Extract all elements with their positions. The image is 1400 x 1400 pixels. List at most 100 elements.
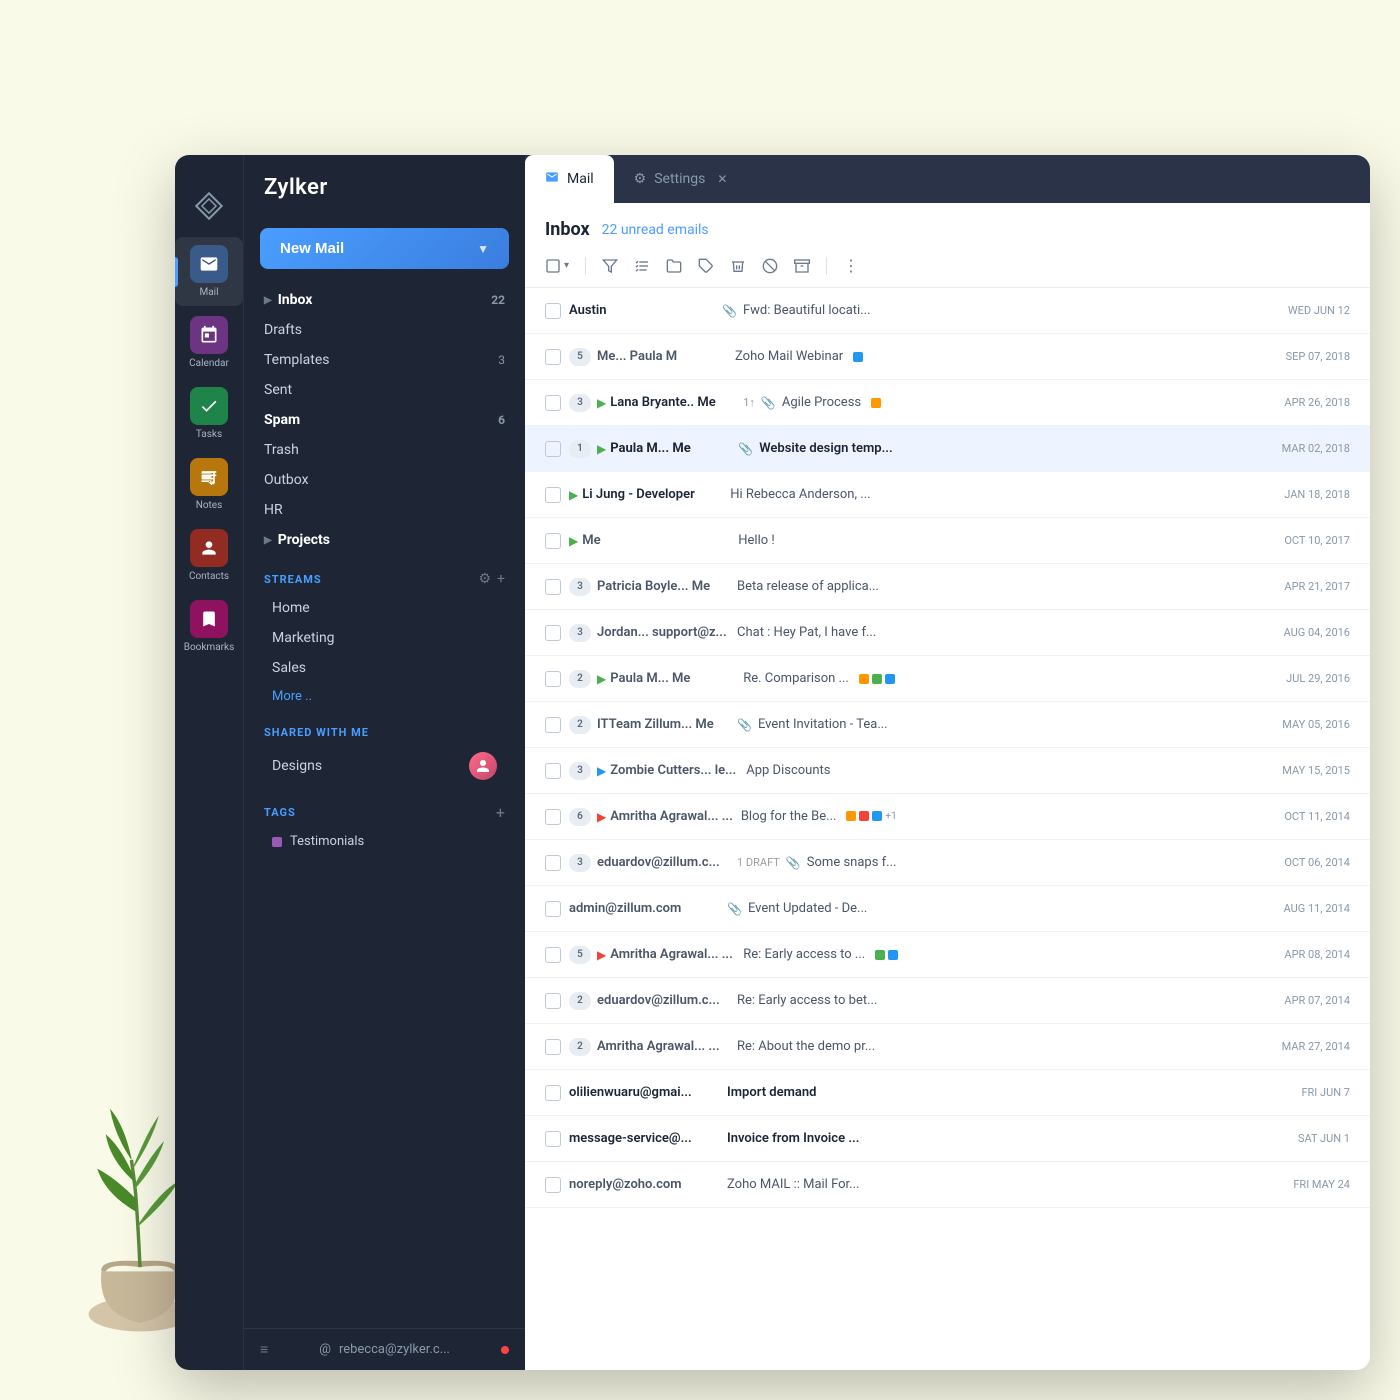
toolbar-filter[interactable] bbox=[602, 258, 618, 274]
email-checkbox-3[interactable] bbox=[545, 395, 561, 411]
email-row-1[interactable]: Austin 📎 Fwd: Beautiful locati... WED JU… bbox=[525, 288, 1370, 334]
folder-projects[interactable]: ▶ Projects bbox=[252, 525, 517, 555]
tag-testimonials[interactable]: Testimonials bbox=[252, 828, 517, 855]
email-sender-6: Me bbox=[582, 533, 730, 548]
new-mail-button[interactable]: New Mail ▼ bbox=[260, 228, 509, 269]
tab-settings-close[interactable]: ✕ bbox=[717, 172, 727, 186]
email-row-17[interactable]: 2 Amritha Agrawal... ... Re: About the d… bbox=[525, 1024, 1370, 1070]
inbox-title: Inbox bbox=[545, 219, 590, 240]
tasks-icon-box bbox=[190, 387, 228, 425]
email-subject-17: Re: About the demo pr... bbox=[737, 1039, 875, 1054]
email-checkbox-6[interactable] bbox=[545, 533, 561, 549]
email-checkbox-11[interactable] bbox=[545, 763, 561, 779]
user-email-area[interactable]: @ rebecca@zylker.c... bbox=[319, 1342, 450, 1357]
toolbar-folder[interactable] bbox=[666, 258, 682, 274]
folder-spam[interactable]: Spam 6 bbox=[252, 405, 517, 435]
email-subject-1: Fwd: Beautiful locati... bbox=[743, 303, 871, 318]
email-checkbox-10[interactable] bbox=[545, 717, 561, 733]
email-checkbox-9[interactable] bbox=[545, 671, 561, 687]
toolbar-div2 bbox=[826, 257, 827, 275]
folder-inbox[interactable]: ▶ Inbox 22 bbox=[252, 285, 517, 315]
email-sender-2: Me... Paula M bbox=[597, 349, 727, 364]
email-checkbox-4[interactable] bbox=[545, 441, 561, 457]
email-tags-3 bbox=[871, 398, 881, 408]
sidebar-item-contacts[interactable]: Contacts bbox=[175, 521, 243, 590]
email-checkbox-14[interactable] bbox=[545, 901, 561, 917]
stream-marketing[interactable]: Marketing bbox=[252, 623, 517, 653]
email-checkbox-16[interactable] bbox=[545, 993, 561, 1009]
shared-designs[interactable]: Designs bbox=[252, 745, 517, 787]
email-sender-8: Jordan... support@z... bbox=[597, 625, 729, 640]
email-row-15[interactable]: 5 ▶ Amritha Agrawal... ... Re: Early acc… bbox=[525, 932, 1370, 978]
email-row-6[interactable]: ▶ Me Hello ! OCT 10, 2017 bbox=[525, 518, 1370, 564]
stream-home[interactable]: Home bbox=[252, 593, 517, 623]
collapse-icon[interactable]: ≡ bbox=[260, 1341, 268, 1358]
tag-dot-12-2 bbox=[859, 811, 869, 821]
email-subject-area-2: Zoho Mail Webinar bbox=[735, 349, 1278, 364]
email-checkbox-5[interactable] bbox=[545, 487, 561, 503]
email-checkbox-7[interactable] bbox=[545, 579, 561, 595]
streams-add-icon[interactable]: + bbox=[497, 571, 505, 587]
sidebar-item-tasks[interactable]: Tasks bbox=[175, 379, 243, 448]
tab-mail[interactable]: Mail bbox=[525, 155, 614, 203]
toolbar-block[interactable] bbox=[762, 258, 778, 274]
sidebar-item-mail[interactable]: Mail bbox=[175, 237, 243, 306]
folder-trash[interactable]: Trash bbox=[252, 435, 517, 465]
folder-drafts[interactable]: Drafts bbox=[252, 315, 517, 345]
email-checkbox-2[interactable] bbox=[545, 349, 561, 365]
email-checkbox-17[interactable] bbox=[545, 1039, 561, 1055]
folder-templates[interactable]: Templates 3 bbox=[252, 345, 517, 375]
email-subject-15: Re: Early access to ... bbox=[743, 947, 865, 962]
email-row-20[interactable]: noreply@zoho.com Zoho MAIL :: Mail For..… bbox=[525, 1162, 1370, 1208]
tab-settings[interactable]: ⚙ Settings ✕ bbox=[614, 155, 748, 203]
shared-section-header: SHARED WITH ME bbox=[244, 710, 525, 745]
email-sender-17: Amritha Agrawal... ... bbox=[597, 1039, 729, 1054]
streams-settings-icon[interactable]: ⚙ bbox=[478, 571, 491, 587]
email-row-16[interactable]: 2 eduardov@zillum.c... Re: Early access … bbox=[525, 978, 1370, 1024]
email-row-9[interactable]: 2 ▶ Paula M... Me Re. Comparison ... JUL… bbox=[525, 656, 1370, 702]
streams-more[interactable]: More .. bbox=[252, 683, 517, 710]
email-row-14[interactable]: admin@zillum.com 📎 Event Updated - De...… bbox=[525, 886, 1370, 932]
email-row-13[interactable]: 3 eduardov@zillum.c... 1 DRAFT 📎 Some sn… bbox=[525, 840, 1370, 886]
tags-add-icon[interactable]: + bbox=[496, 803, 505, 822]
sidebar-item-bookmarks[interactable]: Bookmarks bbox=[175, 592, 243, 661]
folder-hr[interactable]: HR bbox=[252, 495, 517, 525]
email-checkbox-15[interactable] bbox=[545, 947, 561, 963]
email-checkbox-12[interactable] bbox=[545, 809, 561, 825]
email-checkbox-20[interactable] bbox=[545, 1177, 561, 1193]
stream-sales[interactable]: Sales bbox=[252, 653, 517, 683]
email-row-18[interactable]: olilienwuaru@gmai... Import demand FRI J… bbox=[525, 1070, 1370, 1116]
sidebar-item-notes[interactable]: Notes bbox=[175, 450, 243, 519]
email-row-3[interactable]: 3 ▶ Lana Bryante.. Me 1↑ 📎 Agile Process… bbox=[525, 380, 1370, 426]
email-row-8[interactable]: 3 Jordan... support@z... Chat : Hey Pat,… bbox=[525, 610, 1370, 656]
toolbar-more[interactable]: ⋮ bbox=[843, 256, 859, 275]
email-row-11[interactable]: 3 ▶ Zombie Cutters... le... App Discount… bbox=[525, 748, 1370, 794]
email-date-7: APR 21, 2017 bbox=[1284, 580, 1350, 593]
sidebar-item-calendar[interactable]: Calendar bbox=[175, 308, 243, 377]
toolbar-checkbox[interactable]: ▾ bbox=[545, 258, 569, 274]
email-row-4[interactable]: 1 ▶ Paula M... Me 📎 Website design temp.… bbox=[525, 426, 1370, 472]
toolbar-sort[interactable] bbox=[634, 258, 650, 274]
contacts-icon bbox=[199, 538, 219, 558]
folder-sent[interactable]: Sent bbox=[252, 375, 517, 405]
email-checkbox-13[interactable] bbox=[545, 855, 561, 871]
email-checkbox-18[interactable] bbox=[545, 1085, 561, 1101]
email-row-2[interactable]: 5 Me... Paula M Zoho Mail Webinar SEP 07… bbox=[525, 334, 1370, 380]
email-checkbox-1[interactable] bbox=[545, 303, 561, 319]
email-row-5[interactable]: ▶ Li Jung - Developer Hi Rebecca Anderso… bbox=[525, 472, 1370, 518]
email-row-7[interactable]: 3 Patricia Boyle... Me Beta release of a… bbox=[525, 564, 1370, 610]
email-checkbox-19[interactable] bbox=[545, 1131, 561, 1147]
email-row-19[interactable]: message-service@... Invoice from Invoice… bbox=[525, 1116, 1370, 1162]
email-row-12[interactable]: 6 ▶ Amritha Agrawal... ... Blog for the … bbox=[525, 794, 1370, 840]
folder-outbox[interactable]: Outbox bbox=[252, 465, 517, 495]
toolbar-delete[interactable] bbox=[730, 258, 746, 274]
email-subject-14: Event Updated - De... bbox=[748, 901, 867, 916]
toolbar-archive[interactable] bbox=[794, 258, 810, 274]
email-row-10[interactable]: 2 ITTeam Zillum... Me 📎 Event Invitation… bbox=[525, 702, 1370, 748]
toolbar-label[interactable] bbox=[698, 258, 714, 274]
tab-settings-label: Settings bbox=[654, 171, 705, 187]
at-icon: @ bbox=[319, 1342, 331, 1357]
email-checkbox-8[interactable] bbox=[545, 625, 561, 641]
folder-sent-label: Sent bbox=[264, 382, 292, 398]
email-date-1: WED JUN 12 bbox=[1288, 304, 1350, 317]
